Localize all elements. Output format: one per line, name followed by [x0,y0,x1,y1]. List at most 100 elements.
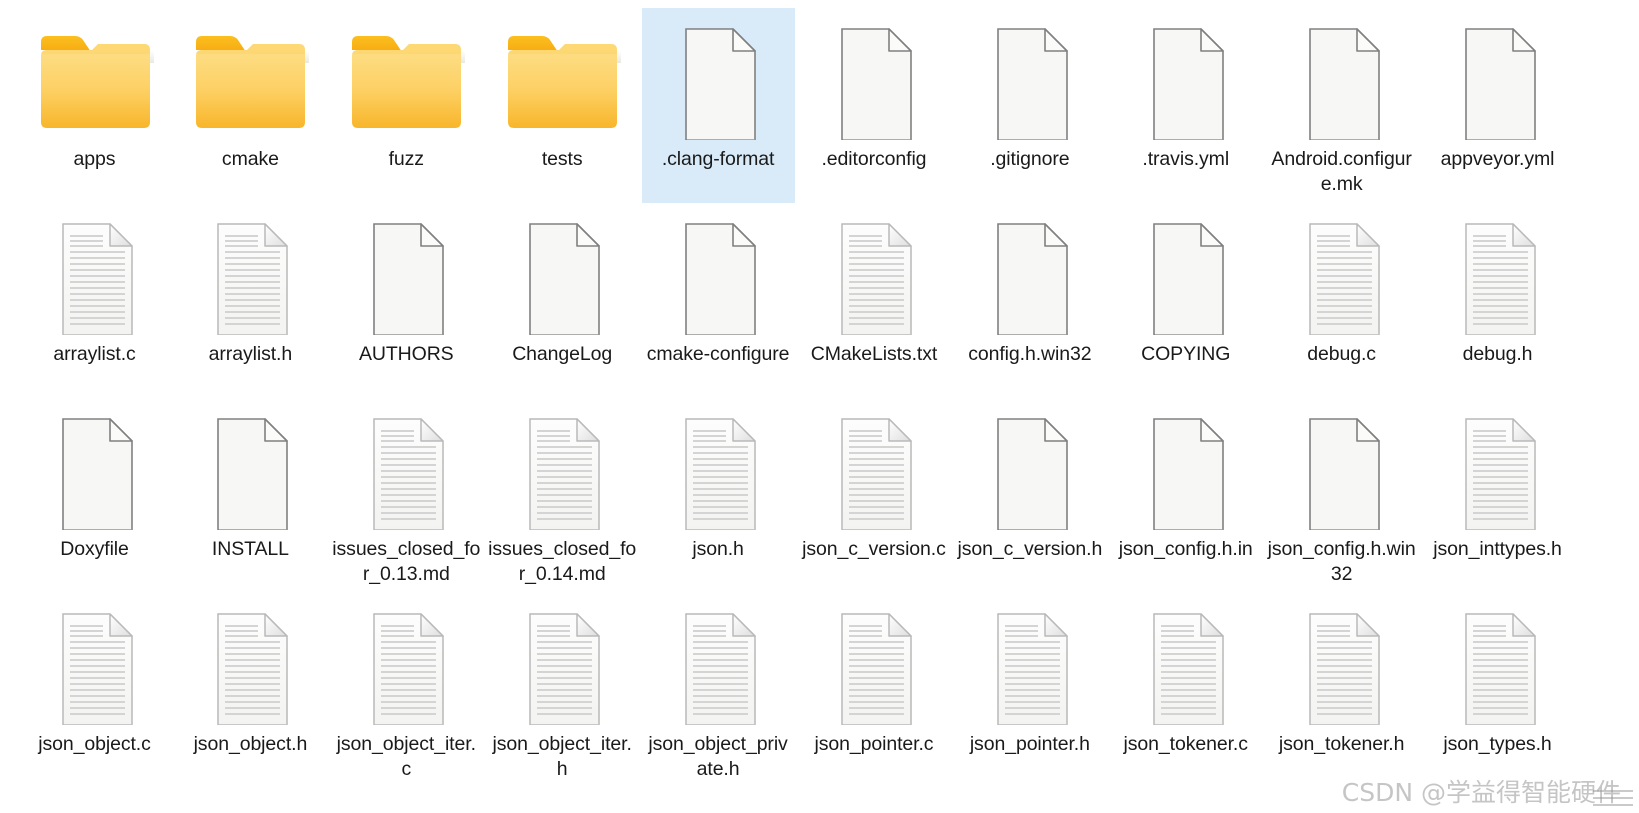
folder-icon-wrap[interactable] [346,22,466,140]
file-item[interactable]: debug.c [1265,203,1418,398]
file-icon-wrap[interactable] [502,607,622,725]
file-icon-wrap[interactable] [1438,607,1558,725]
folder-icon [508,36,622,128]
file-item[interactable]: json_object.h [174,593,327,788]
file-item[interactable]: json_config.h.win32 [1265,398,1418,593]
text-file-icon [1308,613,1380,725]
blank-file-icon [1152,418,1224,530]
folder-item[interactable]: fuzz [330,8,483,203]
file-item[interactable]: Doxyfile [18,398,171,593]
file-icon-wrap[interactable] [970,412,1090,530]
file-item[interactable]: INSTALL [174,398,327,593]
file-icon-wrap[interactable] [1282,607,1402,725]
file-icon-wrap[interactable] [35,412,155,530]
file-item[interactable]: json_tokener.c [1109,593,1262,788]
item-label: debug.h [1462,343,1533,365]
file-icon-wrap[interactable] [1282,412,1402,530]
file-icon-wrap[interactable] [1438,217,1558,335]
file-icon-wrap[interactable] [190,607,310,725]
file-item[interactable]: ChangeLog [486,203,639,398]
file-icon-wrap[interactable] [346,607,466,725]
file-icon-wrap[interactable] [1438,412,1558,530]
file-icon-wrap[interactable] [970,22,1090,140]
file-item[interactable]: json_object_private.h [642,593,795,788]
file-icon-wrap[interactable] [970,607,1090,725]
file-item[interactable]: json_c_version.c [797,398,950,593]
file-icon-wrap[interactable] [35,217,155,335]
file-item[interactable]: .gitignore [953,8,1106,203]
blank-file-icon [997,28,1068,140]
file-icon-wrap[interactable] [35,607,155,725]
folder-icon-wrap[interactable] [502,22,622,140]
file-icon-wrap[interactable] [814,412,934,530]
file-icon-wrap[interactable] [658,22,778,140]
item-label: COPYING [1141,343,1231,365]
file-item[interactable]: json.h [642,398,795,593]
file-icon-wrap[interactable] [502,217,622,335]
file-icon-wrap[interactable] [346,217,466,335]
file-item[interactable]: json_pointer.h [953,593,1106,788]
item-label: .clang-format [661,148,775,170]
file-item[interactable]: issues_closed_for_0.13.md [330,398,483,593]
blank-file-icon [841,28,912,140]
file-icon-wrap[interactable] [970,217,1090,335]
file-item[interactable]: json_object.c [18,593,171,788]
file-item[interactable]: json_pointer.c [797,593,950,788]
item-label: config.h.win32 [968,343,1092,365]
file-item[interactable]: AUTHORS [330,203,483,398]
item-label: arraylist.c [53,343,136,365]
file-icon-wrap[interactable] [1438,22,1558,140]
blank-file-icon [685,28,756,140]
file-item[interactable]: json_inttypes.h [1421,398,1574,593]
folder-icon-wrap[interactable] [190,22,310,140]
item-label: json_inttypes.h [1433,538,1562,560]
folder-item[interactable]: cmake [174,8,327,203]
file-item[interactable]: Android.configure.mk [1265,8,1418,203]
file-icon-wrap[interactable] [1126,217,1246,335]
file-item[interactable]: json_object_iter.c [330,593,483,788]
file-item[interactable]: cmake-configure [642,203,795,398]
file-item[interactable]: .travis.yml [1109,8,1262,203]
file-icon-wrap[interactable] [1126,412,1246,530]
file-item[interactable]: issues_closed_for_0.14.md [486,398,639,593]
file-item[interactable]: json_tokener.h [1265,593,1418,788]
file-icon-wrap[interactable] [1282,217,1402,335]
file-icon-wrap[interactable] [346,412,466,530]
file-item[interactable]: COPYING [1109,203,1262,398]
item-label: json_object.c [38,733,151,755]
file-icon-wrap[interactable] [1282,22,1402,140]
file-icon-wrap[interactable] [190,217,310,335]
file-icon-wrap[interactable] [814,22,934,140]
file-icon-wrap[interactable] [658,217,778,335]
item-label: AUTHORS [358,343,454,365]
file-icon-wrap[interactable] [502,412,622,530]
text-file-icon [61,613,133,725]
file-item[interactable]: arraylist.c [18,203,171,398]
file-item[interactable]: .editorconfig [797,8,950,203]
item-label: appveyor.yml [1440,148,1555,170]
file-icon-wrap[interactable] [814,217,934,335]
file-icon-wrap[interactable] [658,607,778,725]
file-icon-wrap[interactable] [1126,22,1246,140]
file-item[interactable]: config.h.win32 [953,203,1106,398]
file-icon-wrap[interactable] [814,607,934,725]
folder-item[interactable]: apps [18,8,171,203]
file-item[interactable]: json_types.h [1421,593,1574,788]
folder-item[interactable]: tests [486,8,639,203]
file-icon-wrap[interactable] [190,412,310,530]
item-label: tests [541,148,583,170]
file-item[interactable]: json_config.h.in [1109,398,1262,593]
item-label: json.h [692,538,744,560]
file-item[interactable]: json_object_iter.h [486,593,639,788]
file-icon-wrap[interactable] [1126,607,1246,725]
file-item[interactable]: appveyor.yml [1421,8,1574,203]
text-file-icon [1152,613,1224,725]
file-item[interactable]: .clang-format [641,8,795,203]
file-icon-wrap[interactable] [658,412,778,530]
file-item[interactable]: json_c_version.h [953,398,1106,593]
file-item[interactable]: CMakeLists.txt [797,203,950,398]
file-item[interactable]: debug.h [1421,203,1574,398]
file-explorer-view: apps cmake fuzz tests .clang-format .edi… [0,0,1639,813]
folder-icon-wrap[interactable] [35,22,155,140]
file-item[interactable]: arraylist.h [174,203,327,398]
